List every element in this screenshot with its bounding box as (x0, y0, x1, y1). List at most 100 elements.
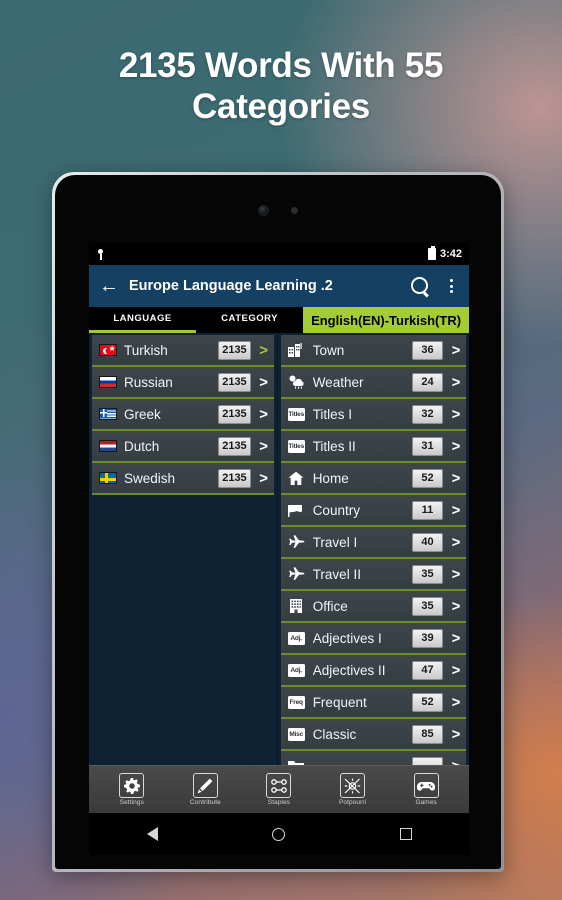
list-item-label: Russian (124, 374, 173, 390)
status-bar-left (96, 248, 105, 260)
chevron-right-icon: > (451, 405, 461, 423)
word-count-badge: 52 (412, 692, 443, 712)
gear-icon (119, 773, 145, 798)
list-item[interactable]: Travel I 40 > (280, 527, 466, 559)
chevron-right-icon: > (451, 565, 461, 583)
gamepad-icon (413, 773, 439, 798)
nav-home-button[interactable] (257, 813, 301, 855)
list-item[interactable]: Russian 2135 > (92, 367, 274, 399)
staples-icon (266, 773, 292, 798)
turkish-flag-icon (98, 343, 117, 358)
list-item-label: Adjectives II (312, 662, 386, 678)
chevron-right-icon: > (259, 469, 269, 487)
chevron-right-icon: > (451, 469, 461, 487)
frequent-icon: Freq (287, 695, 306, 710)
list-item-label: Dutch (124, 438, 160, 454)
list-item[interactable]: Adj. Adjectives II 47 > (280, 655, 466, 687)
tab-bar: LANGUAGE CATEGORY English(EN)-Turkish(TR… (89, 307, 469, 333)
greek-flag-icon (98, 407, 117, 422)
list-item-label: Weather (312, 374, 364, 390)
word-count-badge: 35 (412, 564, 443, 584)
toolbar-item-contribute[interactable]: Contribute (176, 773, 234, 806)
list-item[interactable]: Country 11 > (280, 495, 466, 527)
recents-square-icon (399, 828, 412, 840)
promo-headline: 2135 Words With 55 Categories (118, 46, 444, 126)
language-list: Turkish 2135 > Russian 2135 > Gr (89, 333, 278, 765)
list-item-label: Swedish (124, 470, 176, 486)
list-item-partial[interactable]: > (280, 751, 466, 765)
app-bar: ← Europe Language Learning .2 (89, 265, 469, 307)
swedish-flag-icon (98, 471, 117, 486)
home-circle-icon (272, 827, 286, 841)
word-count-badge: 47 (412, 660, 443, 680)
tab-category[interactable]: CATEGORY (196, 307, 304, 333)
category-list: Town 36 > Weather 24 > Titles Titles I 3… (277, 333, 469, 765)
toolbar-item-potpourri[interactable]: Potpourri (324, 773, 382, 806)
list-item-label: Classic (312, 726, 357, 742)
list-item-label: Titles II (312, 438, 356, 454)
airplane-icon (287, 567, 306, 582)
list-item-label: Town (312, 342, 345, 358)
misc-icon: Misc (287, 727, 306, 742)
chevron-right-icon: > (451, 693, 461, 711)
word-count-badge: 52 (412, 468, 443, 488)
chevron-right-icon: > (451, 629, 461, 647)
word-count-badge: 2135 (218, 436, 251, 456)
back-triangle-icon (146, 827, 158, 841)
android-navigation-bar (89, 813, 469, 855)
airplane-icon (287, 535, 306, 550)
list-item[interactable]: Swedish 2135 > (92, 463, 274, 495)
list-item[interactable]: Adj. Adjectives I 39 > (280, 623, 466, 655)
office-icon (287, 599, 306, 614)
overflow-menu-icon[interactable] (443, 279, 459, 293)
list-item[interactable]: Travel II 35 > (280, 559, 466, 591)
chevron-right-icon: > (259, 341, 269, 359)
list-item[interactable]: Office 35 > (280, 591, 466, 623)
chevron-right-icon: > (451, 501, 461, 519)
word-count-badge: 85 (412, 724, 443, 744)
list-item[interactable]: Misc Classic 85 > (280, 719, 466, 751)
list-item[interactable]: Home 52 > (280, 463, 466, 495)
list-item[interactable]: Weather 24 > (280, 367, 466, 399)
weather-icon (287, 375, 306, 390)
search-icon[interactable] (409, 275, 431, 297)
toolbar-item-games[interactable]: Games (397, 773, 455, 806)
list-item[interactable]: Town 36 > (280, 335, 466, 367)
list-item[interactable]: Titles Titles I 32 > (280, 399, 466, 431)
nav-recents-button[interactable] (384, 813, 428, 855)
back-arrow-icon[interactable]: ← (99, 276, 119, 296)
list-item[interactable]: Freq Frequent 52 > (280, 687, 466, 719)
toolbar-label: Staples (267, 799, 291, 806)
android-status-bar: 3:42 (89, 243, 469, 265)
list-item[interactable]: Turkish 2135 > (92, 335, 274, 367)
toolbar-item-settings[interactable]: Settings (103, 773, 161, 806)
nav-back-button[interactable] (130, 813, 174, 855)
app-title: Europe Language Learning .2 (129, 278, 333, 294)
list-item-label: Adjectives I (312, 630, 382, 646)
adjective-icon: Adj. (287, 663, 306, 678)
titles-icon: Titles (287, 407, 306, 422)
chevron-right-icon: > (451, 373, 461, 391)
status-bar-right: 3:42 (427, 246, 462, 260)
language-pair-button[interactable]: English(EN)-Turkish(TR) (303, 307, 469, 333)
content-panes: Turkish 2135 > Russian 2135 > Gr (89, 333, 469, 765)
list-item-label: Titles I (312, 406, 352, 422)
titles-icon: Titles (287, 439, 306, 454)
pencil-icon (192, 773, 218, 798)
list-item[interactable]: Greek 2135 > (92, 399, 274, 431)
toolbar-label: Settings (119, 799, 144, 806)
toolbar-label: Potpourri (338, 799, 367, 806)
word-count-badge: 2135 (218, 340, 251, 360)
list-item[interactable]: Titles Titles II 31 > (280, 431, 466, 463)
tab-language[interactable]: LANGUAGE (89, 307, 197, 333)
chevron-right-icon: > (451, 533, 461, 551)
promo-banner: 2135 Words With 55 Categories 3:42 ← Eur… (0, 0, 562, 900)
toolbar-item-staples[interactable]: Staples (250, 773, 308, 806)
list-item[interactable]: Dutch 2135 > (92, 431, 274, 463)
word-count-badge: 11 (412, 500, 443, 520)
word-count-badge: 2135 (218, 372, 251, 392)
device-screen: 3:42 ← Europe Language Learning .2 LANGU… (89, 243, 469, 813)
camera-lens-icon (258, 205, 269, 216)
light-sensor-icon (291, 207, 298, 214)
bottom-toolbar: Settings Contribute Staples Potpourri Ga… (89, 765, 469, 813)
